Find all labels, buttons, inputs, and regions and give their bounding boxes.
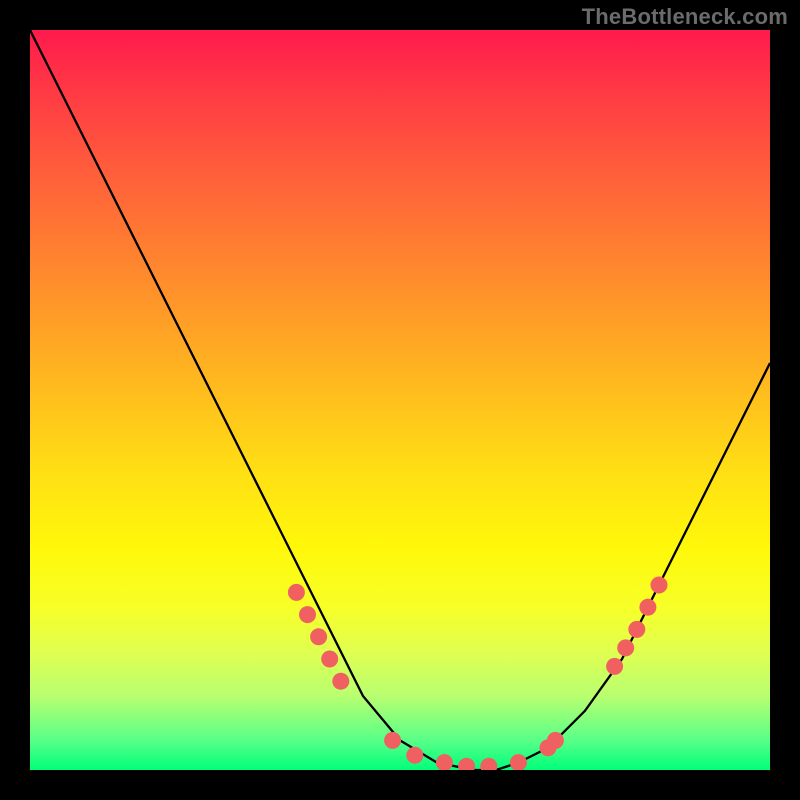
watermark-label: TheBottleneck.com [582, 4, 788, 30]
plot-area [30, 30, 770, 770]
chart-frame: TheBottleneck.com [0, 0, 800, 800]
